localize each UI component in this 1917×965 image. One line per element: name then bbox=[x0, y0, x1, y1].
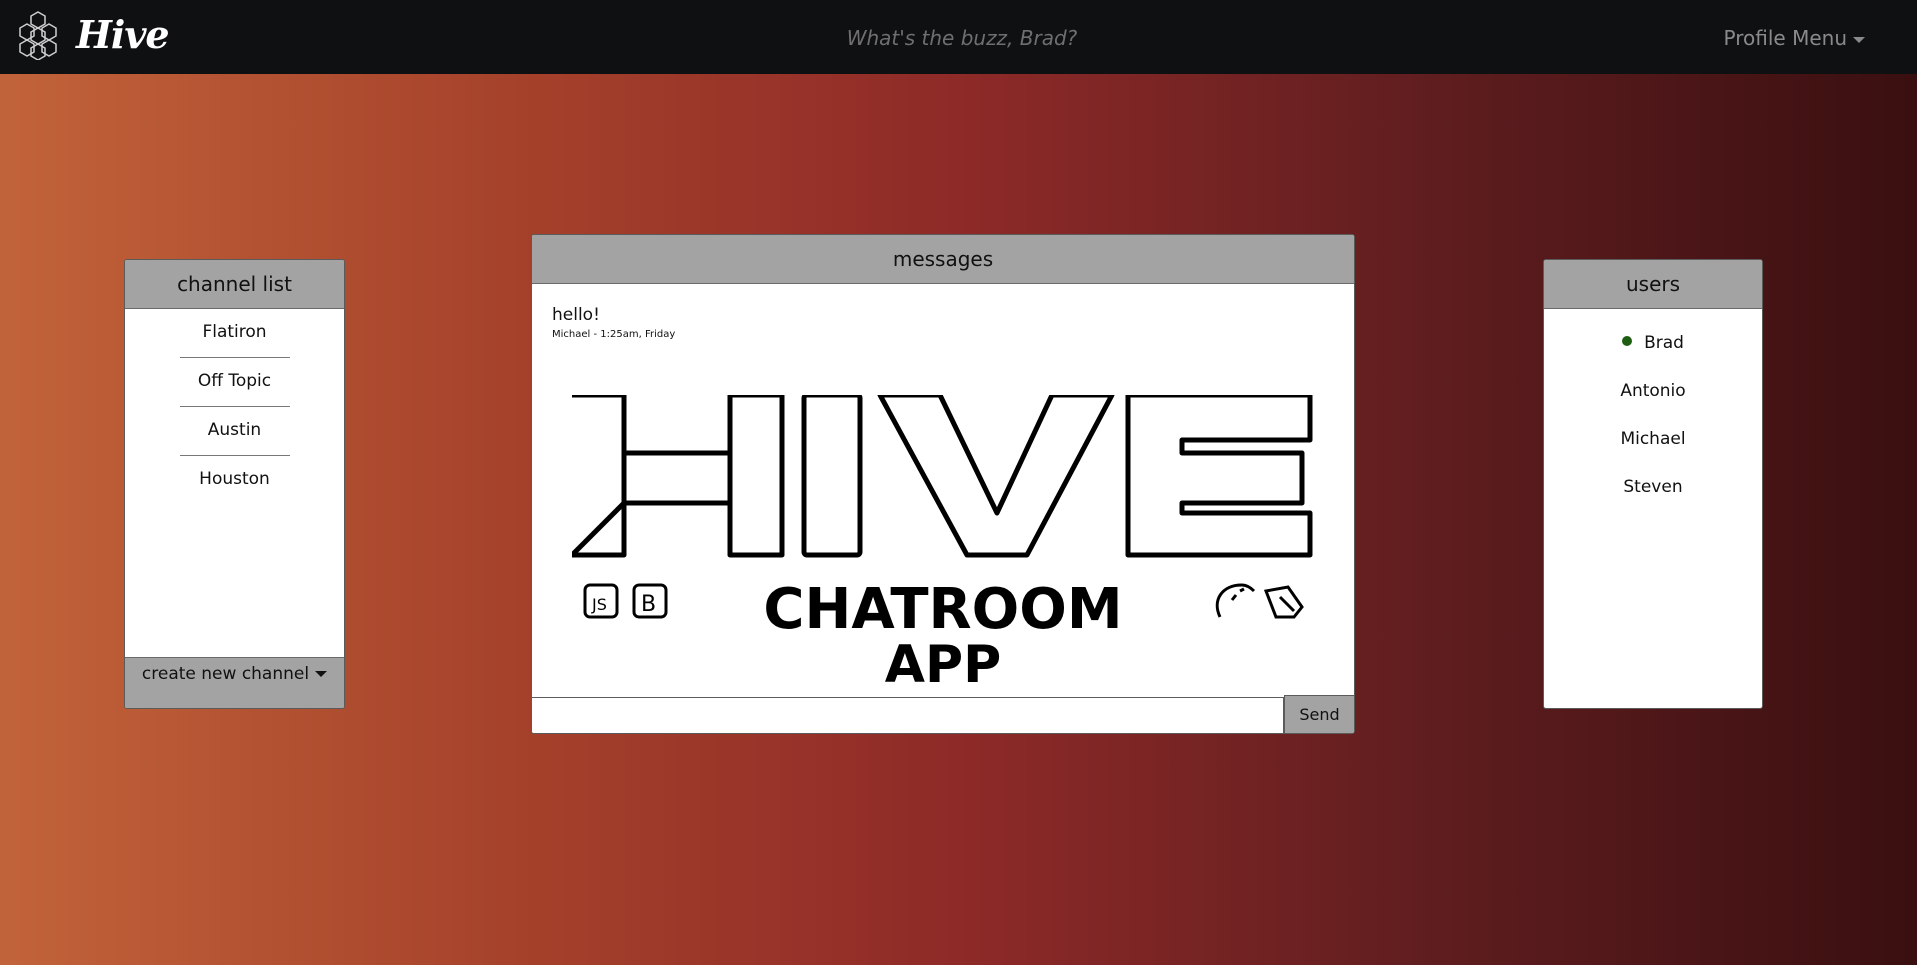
create-channel-dropdown[interactable]: create new channel bbox=[125, 657, 344, 708]
message-meta: Michael - 1:25am, Friday bbox=[552, 329, 676, 340]
channel-item-flatiron[interactable]: Flatiron bbox=[179, 309, 290, 358]
navbar: Hive Profile Menu bbox=[0, 0, 1917, 74]
online-status-icon bbox=[1622, 336, 1633, 346]
brand-name[interactable]: Hive bbox=[76, 12, 170, 57]
user-item-brad[interactable]: Brad bbox=[1544, 319, 1762, 367]
user-name: Antonio bbox=[1620, 381, 1686, 401]
honeycomb-logo-icon[interactable] bbox=[14, 10, 62, 60]
javascript-icon: JS bbox=[583, 583, 619, 619]
message-item: hello! Michael - 1:25am, Friday bbox=[552, 305, 675, 340]
hive-letter-h bbox=[572, 395, 785, 558]
profile-menu-dropdown[interactable]: Profile Menu bbox=[1724, 26, 1865, 50]
create-channel-label: create new channel bbox=[141, 664, 310, 684]
channel-list: Flatiron Off Topic Austin Houston bbox=[125, 309, 344, 504]
svg-text:B: B bbox=[641, 592, 656, 617]
channel-item-austin[interactable]: Austin bbox=[179, 407, 290, 456]
message-text: hello! bbox=[552, 305, 600, 325]
hive-chatroom-logo: JS B CHATROOM APP bbox=[572, 395, 1313, 685]
rails-icon bbox=[1215, 583, 1256, 618]
message-input[interactable] bbox=[532, 697, 1284, 733]
channel-list-title: channel list bbox=[125, 260, 344, 309]
buzz-input[interactable] bbox=[760, 22, 1164, 54]
profile-menu-label: Profile Menu bbox=[1723, 26, 1847, 50]
users-panel: users Brad Antonio Michael Steven bbox=[1543, 259, 1763, 709]
user-name: Brad bbox=[1644, 333, 1684, 353]
messages-panel: messages hello! Michael - 1:25am, Friday… bbox=[531, 234, 1355, 734]
chatroom-text: CHATROOM bbox=[763, 577, 1122, 642]
hive-letter-i bbox=[801, 395, 863, 558]
user-item-antonio[interactable]: Antonio bbox=[1544, 367, 1762, 415]
send-button[interactable]: Send bbox=[1284, 695, 1354, 733]
channel-item-houston[interactable]: Houston bbox=[180, 456, 290, 504]
caret-down-icon bbox=[1853, 36, 1865, 43]
app-text: APP bbox=[885, 635, 1001, 685]
user-name: Michael bbox=[1620, 429, 1686, 449]
user-list: Brad Antonio Michael Steven bbox=[1544, 319, 1762, 511]
channel-item-off-topic[interactable]: Off Topic bbox=[179, 358, 290, 407]
caret-down-icon bbox=[315, 671, 328, 677]
user-item-steven[interactable]: Steven bbox=[1544, 463, 1762, 511]
channel-list-panel: channel list Flatiron Off Topic Austin H… bbox=[124, 259, 345, 709]
hive-letter-v bbox=[877, 395, 1115, 558]
bootstrap-icon: B bbox=[632, 583, 668, 619]
postgres-icon bbox=[1263, 585, 1304, 619]
svg-text:JS: JS bbox=[591, 595, 607, 614]
user-name: Steven bbox=[1623, 477, 1683, 497]
messages-title: messages bbox=[532, 235, 1354, 284]
users-title: users bbox=[1544, 260, 1762, 309]
user-item-michael[interactable]: Michael bbox=[1544, 415, 1762, 463]
hive-letter-e bbox=[1125, 395, 1313, 558]
